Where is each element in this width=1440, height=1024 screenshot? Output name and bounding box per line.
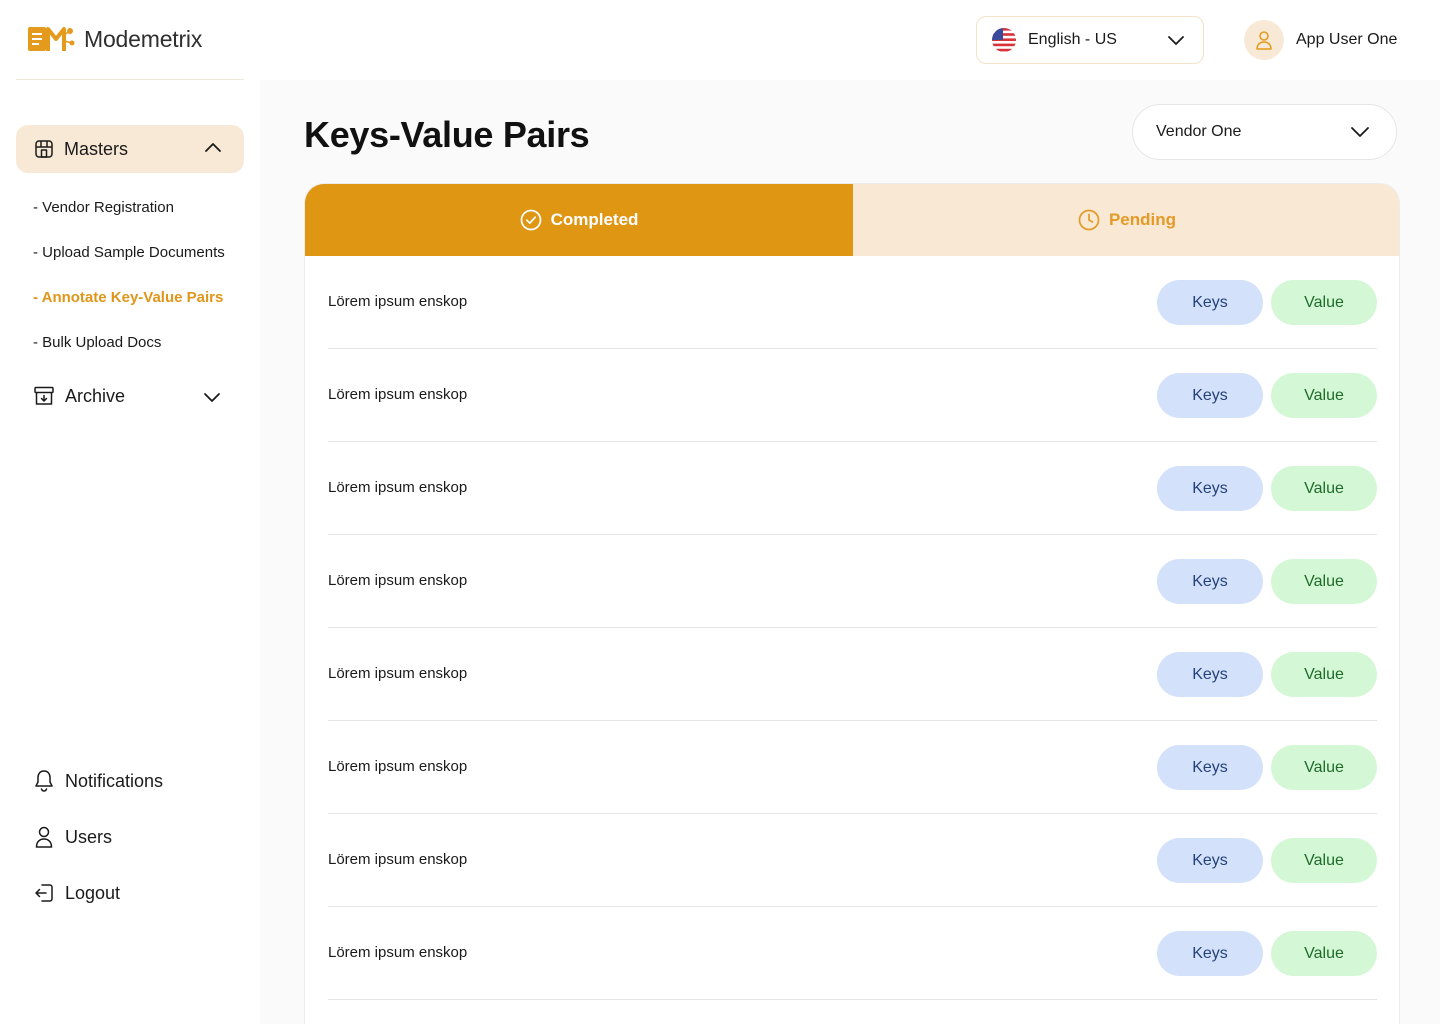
list-item: Lörem ipsum enskop Keys Value <box>328 349 1377 442</box>
key-value-list: Lörem ipsum enskop Keys Value Lörem ipsu… <box>328 256 1377 1000</box>
value-button[interactable]: Value <box>1271 745 1377 790</box>
sidebar-item-label: Notifications <box>65 770 164 791</box>
sidebar-item-label: Masters <box>64 138 129 159</box>
tab-label: Pending <box>1108 210 1177 229</box>
list-item: Lörem ipsum enskop Keys Value <box>328 535 1377 628</box>
keys-button[interactable]: Keys <box>1157 373 1263 418</box>
sidebar-subitem-annotate-key-value-pairs[interactable]: - Annotate Key-Value Pairs <box>33 289 223 306</box>
bell-icon <box>35 770 53 792</box>
value-button[interactable]: Value <box>1271 466 1377 511</box>
sidebar-item-notifications[interactable]: Notifications <box>33 769 163 793</box>
vendor-select[interactable]: Vendor One <box>1132 104 1397 160</box>
value-button[interactable]: Value <box>1271 838 1377 883</box>
language-select[interactable]: English - US <box>976 16 1204 64</box>
avatar <box>1244 20 1284 60</box>
page-title: Keys-Value Pairs <box>304 114 590 155</box>
list-item: Lörem ipsum enskop Keys Value <box>328 256 1377 349</box>
keys-button[interactable]: Keys <box>1157 745 1263 790</box>
value-button[interactable]: Value <box>1271 652 1377 697</box>
language-value: English - US <box>1028 31 1117 48</box>
sidebar-item-logout[interactable]: Logout <box>33 881 120 905</box>
user-icon <box>35 826 53 848</box>
sidebar-item-archive[interactable]: Archive <box>33 385 228 407</box>
brand-name: Modemetrix <box>84 25 203 52</box>
list-item: Lörem ipsum enskop Keys Value <box>328 442 1377 535</box>
keys-button[interactable]: Keys <box>1157 559 1263 604</box>
user-icon <box>1256 31 1272 50</box>
sidebar: Modemetrix Masters - Vendor Registration… <box>0 0 260 1024</box>
status-tabs: Completed Pending <box>305 184 1399 256</box>
sidebar-item-label: Logout <box>65 882 121 903</box>
item-text: Lörem ipsum enskop <box>328 665 468 682</box>
value-button[interactable]: Value <box>1271 373 1377 418</box>
keys-button[interactable]: Keys <box>1157 838 1263 883</box>
topbar: English - US App User One <box>260 0 1440 80</box>
sidebar-item-users[interactable]: Users <box>33 825 112 849</box>
clock-icon <box>1078 209 1100 231</box>
tab-pending[interactable]: Pending <box>853 184 1399 256</box>
item-text: Lörem ipsum enskop <box>328 851 468 868</box>
item-text: Lörem ipsum enskop <box>328 572 468 589</box>
divider <box>16 79 244 80</box>
sidebar-subitem-vendor-registration[interactable]: - Vendor Registration <box>33 199 174 216</box>
keys-button[interactable]: Keys <box>1157 466 1263 511</box>
chevron-down-icon[interactable] <box>203 391 221 403</box>
archive-icon <box>34 386 54 405</box>
keys-button[interactable]: Keys <box>1157 652 1263 697</box>
list-item: Lörem ipsum enskop Keys Value <box>328 628 1377 721</box>
tab-label: Completed <box>550 210 639 229</box>
chevron-down-icon <box>1351 127 1369 137</box>
logout-icon <box>35 884 53 902</box>
value-button[interactable]: Value <box>1271 559 1377 604</box>
list-item: Lörem ipsum enskop Keys Value <box>328 721 1377 814</box>
user-name: App User One <box>1296 31 1398 48</box>
modemetrix-logo-icon <box>28 27 75 51</box>
user-menu[interactable]: App User One <box>1244 20 1397 60</box>
sidebar-subitem-upload-sample-documents[interactable]: - Upload Sample Documents <box>33 244 225 261</box>
chevron-up-icon[interactable] <box>204 141 222 153</box>
brand-logo[interactable]: Modemetrix <box>26 22 202 56</box>
value-button[interactable]: Value <box>1271 280 1377 325</box>
sidebar-subitem-bulk-upload-docs[interactable]: - Bulk Upload Docs <box>33 334 161 351</box>
item-text: Lörem ipsum enskop <box>328 944 468 961</box>
sidebar-item-masters[interactable]: Masters <box>16 125 244 173</box>
item-text: Lörem ipsum enskop <box>328 293 468 310</box>
value-button[interactable]: Value <box>1271 931 1377 976</box>
tab-completed[interactable]: Completed <box>305 184 853 256</box>
list-item: Lörem ipsum enskop Keys Value <box>328 814 1377 907</box>
storefront-icon <box>35 140 53 158</box>
check-circle-icon <box>520 209 541 231</box>
us-flag-icon <box>992 28 1016 52</box>
sidebar-item-label: Archive <box>65 385 126 406</box>
chevron-down-icon <box>1168 36 1184 45</box>
item-text: Lörem ipsum enskop <box>328 386 468 403</box>
keys-button[interactable]: Keys <box>1157 280 1263 325</box>
item-text: Lörem ipsum enskop <box>328 758 468 775</box>
vendor-value: Vendor One <box>1156 123 1242 140</box>
item-text: Lörem ipsum enskop <box>328 479 468 496</box>
keys-button[interactable]: Keys <box>1157 931 1263 976</box>
list-item: Lörem ipsum enskop Keys Value <box>328 907 1377 1000</box>
key-value-panel: Completed Pending Lörem ipsum enskop Key… <box>304 183 1400 1024</box>
sidebar-item-label: Users <box>65 826 113 847</box>
